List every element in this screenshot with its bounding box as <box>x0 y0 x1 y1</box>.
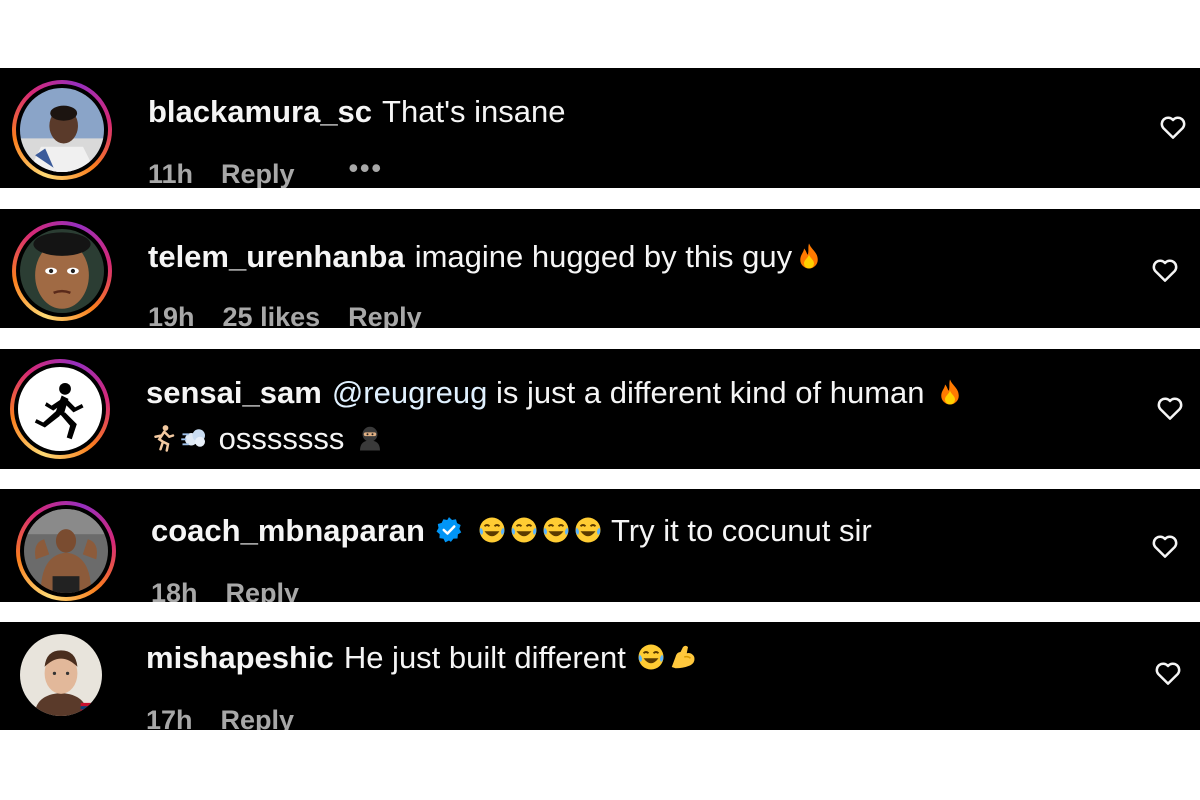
comment-text-line2: osssssss <box>218 421 345 456</box>
comment-row: blackamura_sc That's insane 11h Reply ••• <box>0 68 1200 188</box>
comment-username[interactable]: mishapeshic <box>146 640 334 675</box>
dash-emoji <box>180 423 210 453</box>
comment-text: is just a different kind of human <box>496 375 925 410</box>
fire-emoji <box>935 377 965 407</box>
comment-text: He just built different <box>343 640 626 675</box>
laughing-tears-emoji <box>636 642 666 672</box>
running-emoji <box>148 423 178 453</box>
avatar-story-ring[interactable] <box>10 359 110 459</box>
comment-row: sensai_sam @reugreug is just a different … <box>0 349 1200 469</box>
reply-button[interactable]: Reply <box>348 302 422 328</box>
avatar <box>20 88 104 172</box>
like-heart-icon[interactable] <box>1153 658 1183 688</box>
like-heart-icon[interactable] <box>1150 255 1180 285</box>
reply-button[interactable]: Reply <box>226 578 300 602</box>
laughing-tears-emoji <box>509 515 539 545</box>
comment-text: imagine hugged by this guy <box>414 239 793 274</box>
comment-username[interactable]: sensai_sam <box>146 375 322 410</box>
avatar-story-ring[interactable] <box>12 80 112 180</box>
comment-time: 17h <box>146 705 193 730</box>
more-options-icon[interactable]: ••• <box>349 152 383 184</box>
avatar <box>20 229 104 313</box>
comment-time: 18h <box>151 578 198 602</box>
ninja-emoji <box>355 423 385 453</box>
laughing-tears-emoji <box>573 515 603 545</box>
verified-badge-icon <box>435 516 463 544</box>
comment-time: 19h <box>148 302 195 328</box>
like-heart-icon[interactable] <box>1155 393 1185 423</box>
avatar <box>24 509 108 593</box>
like-heart-icon[interactable] <box>1150 531 1180 561</box>
comments-screenshot: blackamura_sc That's insane 11h Reply ••• <box>0 0 1200 800</box>
avatar <box>18 367 102 451</box>
reply-button[interactable]: Reply <box>221 705 295 730</box>
fire-emoji <box>794 241 824 271</box>
avatar-story-ring[interactable] <box>12 221 112 321</box>
flexed-biceps-emoji <box>668 642 698 672</box>
like-heart-icon[interactable] <box>1158 112 1188 142</box>
mention-link[interactable]: @reugreug <box>332 375 488 410</box>
comment-text: That's insane <box>382 94 566 129</box>
avatar-story-ring[interactable] <box>16 501 116 601</box>
likes-count[interactable]: 25 likes <box>223 302 321 328</box>
comment-text: Try it to cocunut sir <box>611 513 872 548</box>
laughing-tears-emoji <box>477 515 507 545</box>
comment-row: telem_urenhanba imagine hugged by this gu… <box>0 209 1200 328</box>
comment-row: mishapeshic He just built different 17h Re… <box>0 622 1200 730</box>
comment-username[interactable]: blackamura_sc <box>148 94 372 129</box>
reply-button[interactable]: Reply <box>221 159 295 188</box>
comment-username[interactable]: coach_mbnaparan <box>151 513 425 548</box>
comment-row: coach_mbnaparan Try it to cocunut sir 18… <box>0 489 1200 602</box>
laughing-tears-emoji <box>541 515 571 545</box>
comment-username[interactable]: telem_urenhanba <box>148 239 405 274</box>
comment-time: 11h <box>148 159 194 188</box>
avatar[interactable] <box>20 634 102 716</box>
